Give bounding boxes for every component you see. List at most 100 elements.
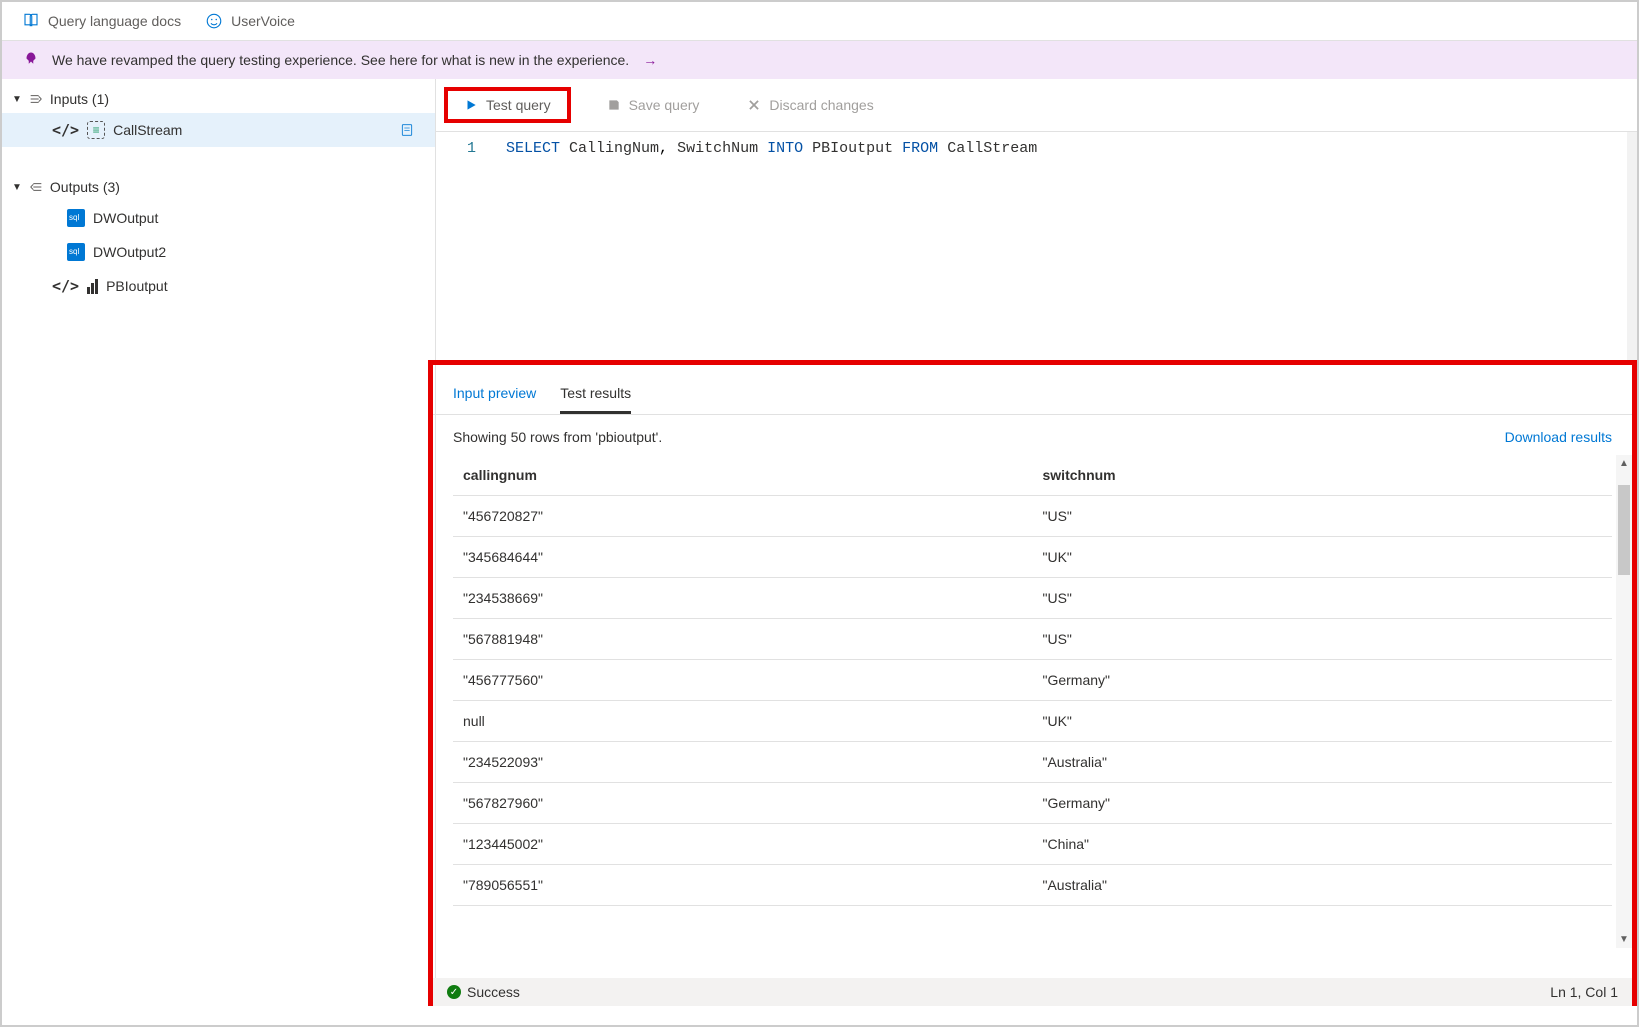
ident-col2: SwitchNum <box>677 140 758 157</box>
line-gutter: 1 <box>436 136 506 356</box>
table-cell: "US" <box>1033 578 1613 619</box>
main-container: ▼ Inputs (1) </> CallStream ▼ Outputs (3… <box>2 79 1637 1006</box>
code-bracket-icon: </> <box>52 277 79 295</box>
results-tabs: Input preview Test results <box>433 365 1632 415</box>
banner-text: We have revamped the query testing exper… <box>52 52 629 68</box>
tab-test-results[interactable]: Test results <box>560 385 631 414</box>
uservoice-label: UserVoice <box>231 13 295 29</box>
test-query-button[interactable]: Test query <box>444 87 571 123</box>
tab-input-preview[interactable]: Input preview <box>453 385 536 414</box>
inputs-header[interactable]: ▼ Inputs (1) <box>2 85 435 113</box>
scroll-up-icon[interactable]: ▲ <box>1619 458 1629 469</box>
table-row[interactable]: "567881948""US" <box>453 619 1612 660</box>
table-cell: "567881948" <box>453 619 1033 660</box>
status-text: Success <box>467 984 520 1000</box>
top-bar: Query language docs UserVoice <box>2 2 1637 41</box>
caret-down-icon: ▼ <box>12 182 22 193</box>
discard-label: Discard changes <box>769 97 873 113</box>
status-bar: ✓ Success Ln 1, Col 1 <box>433 978 1632 1006</box>
input-label: CallStream <box>113 122 182 138</box>
output-label: DWOutput2 <box>93 244 166 260</box>
table-row[interactable]: "345684644""UK" <box>453 537 1612 578</box>
outputs-label: Outputs (3) <box>50 179 120 195</box>
ident-source: CallStream <box>947 140 1037 157</box>
table-row[interactable]: null"UK" <box>453 701 1612 742</box>
discard-changes-button[interactable]: Discard changes <box>735 91 885 119</box>
col-switchnum[interactable]: switchnum <box>1033 455 1613 496</box>
table-cell: "567827960" <box>453 783 1033 824</box>
smile-icon <box>205 12 223 30</box>
inputs-label: Inputs (1) <box>50 91 109 107</box>
note-icon <box>399 122 415 138</box>
kw-select: SELECT <box>506 140 560 157</box>
query-language-docs-link[interactable]: Query language docs <box>22 12 181 30</box>
table-cell: "123445002" <box>453 824 1033 865</box>
scroll-down-icon[interactable]: ▼ <box>1619 934 1629 945</box>
table-row[interactable]: "123445002""China" <box>453 824 1612 865</box>
stream-icon <box>87 121 105 139</box>
table-cell: "UK" <box>1033 701 1613 742</box>
sidebar-input-callstream[interactable]: </> CallStream <box>2 113 435 147</box>
download-results-link[interactable]: Download results <box>1505 429 1612 445</box>
table-cell: "789056551" <box>453 865 1033 906</box>
status-left: ✓ Success <box>447 984 520 1000</box>
save-query-label: Save query <box>629 97 700 113</box>
x-icon <box>747 98 761 112</box>
output-label: PBIoutput <box>106 278 168 294</box>
uservoice-link[interactable]: UserVoice <box>205 12 295 30</box>
line-number: 1 <box>467 140 476 157</box>
table-row[interactable]: "234538669""US" <box>453 578 1612 619</box>
scrollbar-thumb[interactable] <box>1618 485 1630 575</box>
save-icon <box>607 98 621 112</box>
table-cell: "Australia" <box>1033 742 1613 783</box>
table-cell: "US" <box>1033 619 1613 660</box>
play-icon <box>464 98 478 112</box>
table-cell: "Germany" <box>1033 783 1613 824</box>
kw-from: FROM <box>902 140 938 157</box>
table-cell: "234538669" <box>453 578 1033 619</box>
ident-target: PBIoutput <box>812 140 893 157</box>
table-row[interactable]: "456777560""Germany" <box>453 660 1612 701</box>
results-scrollbar[interactable]: ▲ ▼ <box>1616 455 1632 948</box>
sql-db-icon <box>67 209 85 227</box>
docs-label: Query language docs <box>48 13 181 29</box>
table-cell: "456777560" <box>453 660 1033 701</box>
sidebar-output-pbioutput[interactable]: </> PBIoutput <box>2 269 435 303</box>
results-table: callingnum switchnum "456720827""US""345… <box>453 455 1612 906</box>
book-icon <box>22 12 40 30</box>
code-line: SELECT CallingNum, SwitchNum INTO PBIout… <box>506 136 1037 356</box>
table-cell: "456720827" <box>453 496 1033 537</box>
sidebar-output-dwoutput2[interactable]: DWOutput2 <box>2 235 435 269</box>
save-query-button[interactable]: Save query <box>595 91 712 119</box>
code-editor[interactable]: 1 SELECT CallingNum, SwitchNum INTO PBIo… <box>436 132 1637 360</box>
table-cell: "US" <box>1033 496 1613 537</box>
test-query-label: Test query <box>486 97 551 113</box>
sidebar-output-dwoutput[interactable]: DWOutput <box>2 201 435 235</box>
table-cell: "Australia" <box>1033 865 1613 906</box>
col-callingnum[interactable]: callingnum <box>453 455 1033 496</box>
arrow-right-icon[interactable]: → <box>643 52 657 68</box>
outputs-icon <box>28 179 44 195</box>
table-row[interactable]: "567827960""Germany" <box>453 783 1612 824</box>
table-row[interactable]: "456720827""US" <box>453 496 1612 537</box>
code-bracket-icon: </> <box>52 121 79 139</box>
table-cell: null <box>453 701 1033 742</box>
success-check-icon: ✓ <box>447 985 461 999</box>
cursor-position: Ln 1, Col 1 <box>1550 984 1618 1000</box>
results-header: Showing 50 rows from 'pbioutput'. Downlo… <box>433 415 1632 455</box>
outputs-header[interactable]: ▼ Outputs (3) <box>2 173 435 201</box>
table-row[interactable]: "234522093""Australia" <box>453 742 1612 783</box>
table-cell: "345684644" <box>453 537 1033 578</box>
table-cell: "China" <box>1033 824 1613 865</box>
table-cell: "234522093" <box>453 742 1033 783</box>
output-label: DWOutput <box>93 210 158 226</box>
editor-toolbar: Test query Save query Discard changes <box>436 79 1637 132</box>
editor-area: Test query Save query Discard changes 1 … <box>436 79 1637 1006</box>
results-table-wrap: callingnum switchnum "456720827""US""345… <box>433 455 1632 978</box>
table-row[interactable]: "789056551""Australia" <box>453 865 1612 906</box>
caret-down-icon: ▼ <box>12 94 22 105</box>
rocket-icon <box>22 51 40 69</box>
results-summary: Showing 50 rows from 'pbioutput'. <box>453 429 662 445</box>
powerbi-icon <box>87 278 98 294</box>
inputs-icon <box>28 91 44 107</box>
